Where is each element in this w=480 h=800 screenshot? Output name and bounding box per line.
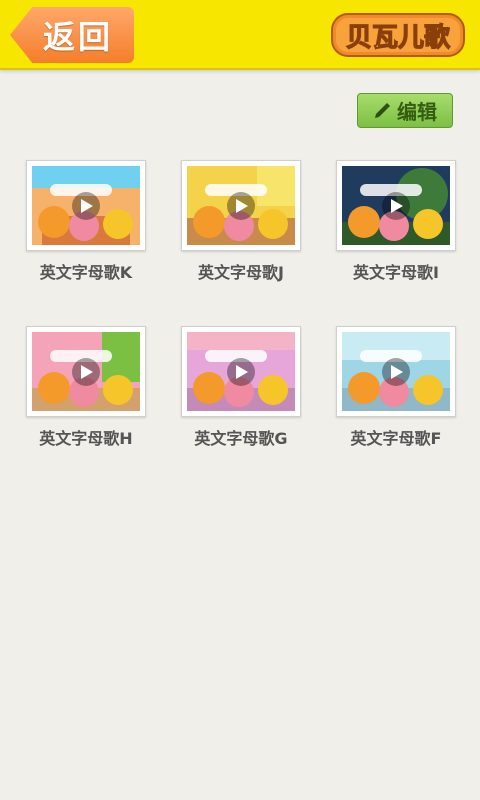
video-title[interactable]: 英文字母歌F bbox=[336, 425, 456, 449]
video-item[interactable]: 英文字母歌J bbox=[181, 160, 301, 283]
video-thumbnail[interactable] bbox=[26, 326, 146, 417]
back-button[interactable]: 返回 bbox=[10, 7, 134, 63]
video-item[interactable]: 英文字母歌H bbox=[26, 326, 146, 449]
video-item[interactable]: 英文字母歌I bbox=[336, 160, 456, 283]
video-thumbnail[interactable] bbox=[336, 160, 456, 251]
video-thumbnail[interactable] bbox=[181, 160, 301, 251]
thumbnail-image bbox=[187, 332, 295, 411]
video-thumbnail[interactable] bbox=[336, 326, 456, 417]
thumbnail-image bbox=[187, 166, 295, 245]
video-item[interactable]: 英文字母歌K bbox=[26, 160, 146, 283]
edit-button[interactable]: 编辑 bbox=[357, 93, 453, 128]
thumbnail-image bbox=[342, 332, 450, 411]
video-title[interactable]: 英文字母歌H bbox=[26, 425, 146, 449]
video-title[interactable]: 英文字母歌G bbox=[181, 425, 301, 449]
thumbnail-image bbox=[342, 166, 450, 245]
video-item[interactable]: 英文字母歌F bbox=[336, 326, 456, 449]
video-thumbnail[interactable] bbox=[26, 160, 146, 251]
video-title[interactable]: 英文字母歌K bbox=[26, 259, 146, 283]
video-thumbnail[interactable] bbox=[181, 326, 301, 417]
video-title[interactable]: 英文字母歌I bbox=[336, 259, 456, 283]
thumbnail-image bbox=[32, 166, 140, 245]
edit-label: 编辑 bbox=[397, 100, 437, 124]
pencil-icon bbox=[375, 102, 390, 118]
logo-text: 贝瓦儿歌 bbox=[346, 23, 451, 53]
video-item[interactable]: 英文字母歌G bbox=[181, 326, 301, 449]
top-bar: 返回 贝瓦儿歌 bbox=[0, 0, 480, 70]
video-title[interactable]: 英文字母歌J bbox=[181, 259, 301, 283]
app-logo: 贝瓦儿歌 bbox=[331, 13, 465, 57]
thumbnail-image bbox=[32, 332, 140, 411]
